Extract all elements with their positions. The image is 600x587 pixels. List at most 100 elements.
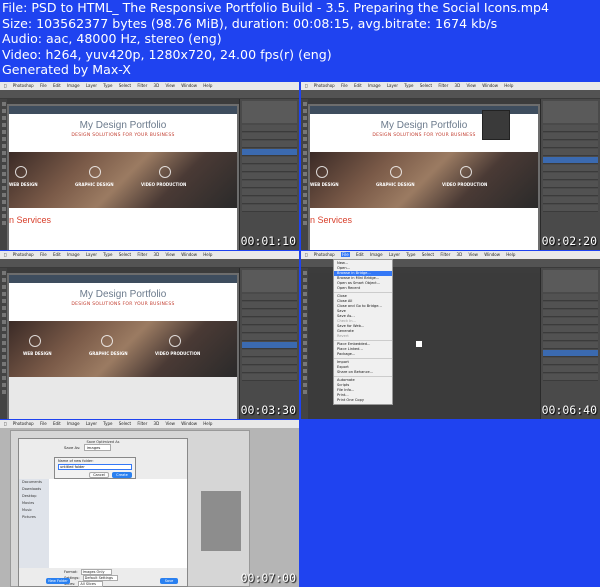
thumbnail-2[interactable]:  Photoshop File Edit Image Layer Type S… [301,82,600,250]
menu-view[interactable]: View [466,83,476,88]
menu-view[interactable]: View [165,421,175,426]
menu-edit[interactable]: Edit [356,252,364,257]
menu-filter[interactable]: Filter [137,83,147,88]
canvas-area[interactable]: My Design Portfolio DESIGN SOLUTIONS FOR… [7,104,239,250]
cancel-button[interactable]: Cancel [89,472,109,478]
menu-help[interactable]: Help [203,252,212,257]
canvas-area[interactable]: My Design Portfolio DESIGN SOLUTIONS FOR… [308,104,540,250]
menu-type[interactable]: Type [404,83,413,88]
canvas-area[interactable]: My Design Portfolio DESIGN SOLUTIONS FOR… [7,273,239,419]
create-button[interactable]: Create [112,472,132,478]
file-menu-item[interactable]: Share on Behance... [334,370,392,375]
menu-window[interactable]: Window [181,421,197,426]
menu-layer[interactable]: Layer [387,83,398,88]
menu-3d[interactable]: 3D [154,252,160,257]
tools-panel[interactable] [0,99,7,250]
menu-layer[interactable]: Layer [86,421,97,426]
new-folder-button[interactable]: New Folder [46,578,70,584]
menu-3d[interactable]: 3D [457,252,463,257]
menu-edit[interactable]: Edit [53,421,61,426]
menu-select[interactable]: Select [119,252,131,257]
file-menu-item[interactable]: Package... [334,352,392,357]
menu-help[interactable]: Help [504,83,513,88]
menu-select[interactable]: Select [119,421,131,426]
menu-layer[interactable]: Layer [86,83,97,88]
file-menu-item[interactable]: Open Recent [334,286,392,291]
menu-window[interactable]: Window [482,83,498,88]
menu-filter[interactable]: Filter [137,252,147,257]
new-folder-sheet[interactable]: Name of new folder: untitled folder Canc… [54,457,136,479]
menu-file[interactable]: File [40,421,47,426]
menu-help[interactable]: Help [506,252,515,257]
menu-view[interactable]: View [165,83,175,88]
selected-layer[interactable] [242,342,297,349]
thumbnail-1[interactable]:  Photoshop File Edit Image Layer Type S… [0,82,299,250]
menu-select[interactable]: Select [420,83,432,88]
menu-view[interactable]: View [468,252,478,257]
tools-panel[interactable] [301,268,308,419]
menu-file[interactable]: File [340,252,350,257]
options-bar[interactable] [0,90,299,99]
small-canvas[interactable] [416,341,422,347]
menu-3d[interactable]: 3D [154,421,160,426]
right-panels[interactable] [540,268,600,419]
menu-file[interactable]: File [40,252,47,257]
menu-type[interactable]: Type [103,252,112,257]
slices-select[interactable]: All Slices [78,581,103,587]
menu-layer[interactable]: Layer [389,252,400,257]
sidebar-item-movies[interactable]: Movies [22,500,49,507]
options-bar[interactable] [0,259,299,268]
tools-panel[interactable] [301,99,308,250]
file-menu-item[interactable]: Revert [334,334,392,339]
menu-file[interactable]: File [40,83,47,88]
menu-image[interactable]: Image [67,83,80,88]
tools-panel[interactable] [0,268,7,419]
menu-help[interactable]: Help [203,421,212,426]
sidebar-item-desktop[interactable]: Desktop [22,493,49,500]
menu-image[interactable]: Image [368,83,381,88]
menu-edit[interactable]: Edit [53,252,61,257]
menu-image[interactable]: Image [67,421,80,426]
menu-type[interactable]: Type [103,421,112,426]
selected-layer[interactable] [543,350,598,357]
selected-layer[interactable] [242,149,297,156]
sidebar-item-documents[interactable]: Documents [22,479,49,486]
finder-sidebar[interactable]: Documents Downloads Desktop Movies Music… [19,479,49,568]
menu-file[interactable]: File [341,83,348,88]
save-as-input[interactable]: images [83,444,112,451]
menu-3d[interactable]: 3D [455,83,461,88]
right-panels[interactable] [540,99,600,250]
menu-3d[interactable]: 3D [154,83,160,88]
menu-filter[interactable]: Filter [137,421,147,426]
menu-select[interactable]: Select [422,252,434,257]
thumbnail-5[interactable]:  Photoshop File Edit Image Layer Type S… [0,420,299,587]
sidebar-item-music[interactable]: Music [22,507,49,514]
save-dialog[interactable]: Save Optimized As Save As: images Docume… [18,438,188,587]
menu-image[interactable]: Image [67,252,80,257]
file-menu[interactable]: New... Open... Browse in Bridge... Brows… [333,259,393,405]
menu-layer[interactable]: Layer [86,252,97,257]
menu-select[interactable]: Select [119,83,131,88]
thumbnail-4[interactable]:  Photoshop File Edit Image Layer Type S… [301,251,600,419]
color-panel[interactable] [242,101,297,123]
menu-window[interactable]: Window [484,252,500,257]
right-panels[interactable] [239,268,299,419]
menu-type[interactable]: Type [103,83,112,88]
color-panel[interactable] [242,270,297,292]
menu-edit[interactable]: Edit [53,83,61,88]
thumbnail-3[interactable]:  Photoshop File Edit Image Layer Type S… [0,251,299,419]
menu-photoshop[interactable]: Photoshop [13,83,34,88]
menu-help[interactable]: Help [203,83,212,88]
file-list[interactable] [49,479,187,568]
color-panel[interactable] [543,101,598,123]
sidebar-item-downloads[interactable]: Downloads [22,486,49,493]
menu-type[interactable]: Type [406,252,415,257]
menu-view[interactable]: View [165,252,175,257]
color-panel[interactable] [543,270,598,292]
menu-image[interactable]: Image [370,252,383,257]
file-menu-item[interactable]: Print One Copy [334,398,392,403]
menu-photoshop[interactable]: Photoshop [13,252,34,257]
menu-window[interactable]: Window [181,83,197,88]
selected-layer[interactable] [543,157,598,164]
save-button[interactable]: Save [160,578,178,584]
